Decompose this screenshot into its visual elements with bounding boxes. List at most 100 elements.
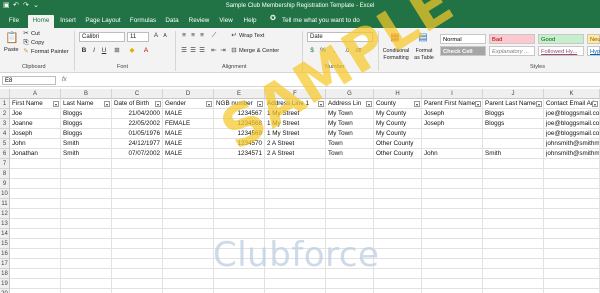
empty-cell[interactable] [326, 179, 374, 189]
table-cell[interactable]: Joanne [10, 119, 61, 129]
table-cell[interactable]: Town [326, 149, 374, 159]
empty-cell[interactable] [163, 179, 214, 189]
filter-dropdown-icon[interactable]: ▾ [155, 101, 161, 107]
table-cell[interactable]: My County [374, 119, 422, 129]
fx-icon[interactable]: fx [62, 76, 67, 85]
empty-cell[interactable] [10, 179, 61, 189]
empty-cell[interactable] [214, 259, 265, 269]
merge-center-icon[interactable]: ⊟ [230, 47, 238, 55]
table-cell[interactable]: 1234570 [214, 139, 265, 149]
empty-cell[interactable] [422, 179, 483, 189]
align-top-icon[interactable]: ≡ [180, 32, 188, 40]
table-cell[interactable]: My Town [326, 119, 374, 129]
tab-home[interactable]: Home [28, 15, 54, 28]
column-header[interactable]: K [544, 89, 600, 99]
table-cell[interactable]: 2 A Street [265, 149, 326, 159]
empty-cell[interactable] [61, 219, 112, 229]
empty-cell[interactable] [265, 169, 326, 179]
empty-cell[interactable] [163, 249, 214, 259]
copy-button[interactable]: Copy [31, 39, 44, 47]
empty-cell[interactable] [544, 189, 600, 199]
empty-cell[interactable] [61, 159, 112, 169]
empty-cell[interactable] [163, 239, 214, 249]
table-cell[interactable]: Smith [61, 139, 112, 149]
empty-cell[interactable] [163, 189, 214, 199]
empty-cell[interactable] [374, 199, 422, 209]
row-header[interactable]: 13 [0, 219, 10, 229]
tab-file[interactable]: File [4, 15, 24, 28]
empty-cell[interactable] [214, 249, 265, 259]
column-header[interactable]: D [163, 89, 214, 99]
format-as-table-button[interactable]: Format as Table [413, 48, 435, 61]
font-color-icon[interactable]: A [142, 47, 150, 55]
tab-help[interactable]: Help [240, 15, 260, 28]
empty-cell[interactable] [112, 279, 163, 289]
font-size-select[interactable]: 11 [127, 32, 149, 42]
table-cell[interactable]: johnsmith@smithm [544, 149, 600, 159]
empty-cell[interactable] [112, 239, 163, 249]
empty-cell[interactable] [422, 169, 483, 179]
empty-cell[interactable] [483, 289, 544, 293]
tab-formulas[interactable]: Formulas [127, 15, 159, 28]
empty-cell[interactable] [544, 289, 600, 293]
style-hyperlink[interactable]: Hyperlink [587, 46, 600, 56]
empty-cell[interactable] [544, 199, 600, 209]
conditional-formatting-button[interactable]: Conditional Formatting [381, 48, 411, 61]
empty-cell[interactable] [544, 219, 600, 229]
table-cell[interactable]: joe@bloggsmail.co [544, 119, 600, 129]
empty-cell[interactable] [544, 269, 600, 279]
style-good[interactable]: Good [538, 34, 584, 44]
empty-cell[interactable] [163, 279, 214, 289]
table-cell[interactable] [422, 129, 483, 139]
wrap-text-button[interactable]: Wrap Text [239, 32, 264, 40]
filter-dropdown-icon[interactable]: ▾ [206, 101, 212, 107]
table-cell[interactable]: Bloggs [61, 109, 112, 119]
table-cell[interactable]: 1234571 [214, 149, 265, 159]
row-header[interactable]: 7 [0, 159, 10, 169]
table-cell[interactable]: Joseph [422, 119, 483, 129]
filter-dropdown-icon[interactable]: ▾ [257, 101, 263, 107]
table-cell[interactable]: My Town [326, 129, 374, 139]
empty-cell[interactable] [544, 279, 600, 289]
empty-cell[interactable] [544, 259, 600, 269]
row-header[interactable]: 15 [0, 239, 10, 249]
column-header[interactable]: I [422, 89, 483, 99]
table-cell[interactable]: 21/04/2000 [112, 109, 163, 119]
empty-cell[interactable] [544, 239, 600, 249]
empty-cell[interactable] [214, 179, 265, 189]
cut-button[interactable]: Cut [31, 30, 40, 38]
empty-cell[interactable] [265, 229, 326, 239]
empty-cell[interactable] [10, 289, 61, 293]
empty-cell[interactable] [112, 189, 163, 199]
row-header[interactable]: 2 [0, 109, 10, 119]
empty-cell[interactable] [422, 249, 483, 259]
filter-dropdown-icon[interactable]: ▾ [592, 101, 598, 107]
empty-cell[interactable] [214, 209, 265, 219]
empty-cell[interactable] [214, 289, 265, 293]
tab-insert[interactable]: Insert [57, 15, 79, 28]
empty-cell[interactable] [544, 209, 600, 219]
table-cell[interactable]: joe@bloggsmail.co [544, 109, 600, 119]
table-cell[interactable]: 1 My Street [265, 119, 326, 129]
table-cell[interactable]: MALE [163, 139, 214, 149]
empty-cell[interactable] [214, 269, 265, 279]
empty-cell[interactable] [61, 189, 112, 199]
empty-cell[interactable] [374, 279, 422, 289]
row-header[interactable]: 18 [0, 269, 10, 279]
row-header[interactable]: 6 [0, 149, 10, 159]
filter-dropdown-icon[interactable]: ▾ [475, 101, 481, 107]
empty-cell[interactable] [214, 239, 265, 249]
empty-cell[interactable] [422, 239, 483, 249]
empty-cell[interactable] [374, 209, 422, 219]
percent-icon[interactable]: % [319, 47, 327, 55]
cut-icon[interactable]: ✂ [22, 30, 30, 38]
header-cell[interactable]: Parent Last Name [483, 99, 544, 109]
table-cell[interactable]: 01/05/1976 [112, 129, 163, 139]
empty-cell[interactable] [61, 229, 112, 239]
empty-cell[interactable] [163, 159, 214, 169]
filter-dropdown-icon[interactable]: ▾ [318, 101, 324, 107]
row-header[interactable]: 1 [0, 99, 10, 109]
empty-cell[interactable] [10, 159, 61, 169]
row-header[interactable]: 11 [0, 199, 10, 209]
format-painter-button[interactable]: Format Painter [31, 48, 69, 56]
